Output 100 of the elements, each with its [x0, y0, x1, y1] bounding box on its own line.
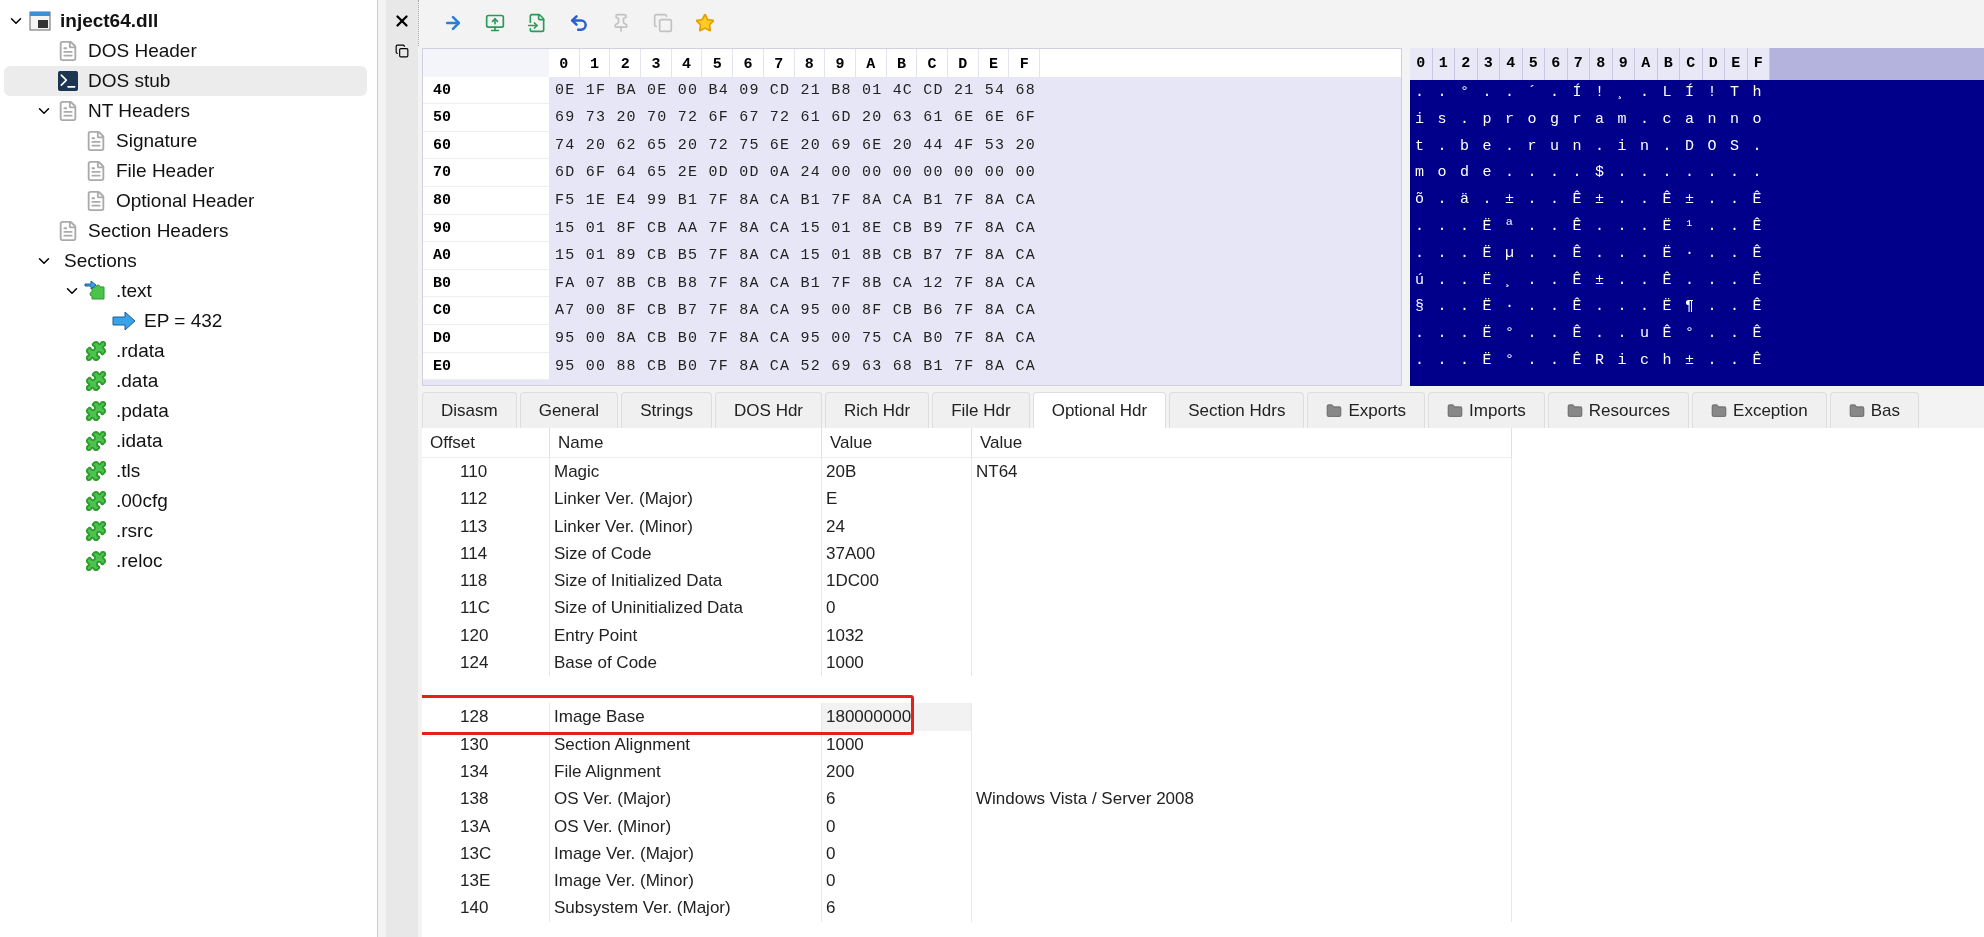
name-cell: Entry Point [550, 621, 822, 650]
file-arrow-icon [527, 13, 547, 33]
tab[interactable]: File Hdr [932, 392, 1030, 428]
column-header: B [1657, 48, 1680, 80]
tab[interactable]: Section Hdrs [1169, 392, 1305, 428]
ascii-text: ú..Ë¸..Ê±..Ê...Ê [1414, 270, 1777, 291]
column-header: Value [972, 428, 1512, 458]
value-cell: 0 [822, 594, 972, 622]
folder-icon [1566, 402, 1583, 419]
tab[interactable]: Exception [1692, 392, 1827, 428]
tree-item[interactable]: DOS stub [4, 66, 367, 96]
hex-bytes: FA 07 8B CB B8 7F 8A CA B1 7F 8B CA 12 7F 8A CA [554, 273, 1037, 294]
restore-icon[interactable] [395, 44, 409, 58]
pin-icon [611, 13, 631, 33]
offset-cell: 110 [422, 458, 550, 486]
console-icon [56, 69, 80, 93]
offset-label: 90 [423, 214, 549, 243]
tree-item[interactable]: .reloc [4, 546, 367, 576]
tree-item[interactable]: .rsrc [4, 516, 367, 546]
meaning-cell: NT64 [972, 458, 1512, 486]
tab[interactable]: Imports [1428, 392, 1545, 428]
column-header: 7 [1567, 48, 1590, 80]
offset-label: A0 [423, 242, 549, 270]
offset-label: 70 [423, 159, 549, 187]
value-cell: 1000 [822, 649, 972, 677]
tree-item[interactable]: Section Headers [4, 216, 367, 246]
hex-bytes: 74 20 62 65 20 72 75 6E 20 69 6E 20 44 4F 53 20 [554, 135, 1037, 156]
tree-item[interactable]: .data [4, 366, 367, 396]
tab[interactable]: Disasm [422, 392, 517, 428]
name-cell: Base of Code [550, 649, 822, 677]
tree-item[interactable]: Sections [4, 246, 367, 276]
offset-cell: 134 [422, 757, 550, 786]
hex-bytes: 15 01 8F CB AA 7F 8A CA 15 01 8E CB B9 7F 8A CA [554, 218, 1037, 239]
folder-icon [1447, 402, 1464, 419]
folder-icon [1711, 402, 1728, 419]
column-header: 6 [1545, 48, 1568, 80]
value-cell: 20B [822, 458, 972, 486]
tree-item[interactable]: .tls [4, 456, 367, 486]
column-header: Name [550, 428, 822, 458]
meaning-cell: Windows Vista / Server 2008 [972, 785, 1512, 813]
offset-cell: 130 [422, 730, 550, 758]
offset-label: 80 [423, 186, 549, 215]
copy-icon [653, 13, 673, 33]
ascii-text: õ.ä.±..Ê±..Ê±..Ê [1414, 189, 1777, 211]
tree-item[interactable]: .00cfg [4, 486, 367, 516]
hex-bytes: 6D 6F 64 65 2E 0D 0D 0A 24 00 00 00 00 00 00 00 [554, 163, 1037, 184]
value-cell: 0 [822, 812, 972, 840]
tree-item[interactable]: .pdata [4, 396, 367, 426]
name-cell: Linker Ver. (Major) [550, 485, 822, 513]
tree-item[interactable]: DOS Header [4, 36, 367, 66]
offset-cell: 138 [422, 785, 550, 813]
value-cell: 0 [822, 839, 972, 868]
tree-item[interactable]: Optional Header [4, 186, 367, 216]
tree-item[interactable]: .idata [4, 426, 367, 456]
column-header: 1 [1432, 48, 1455, 80]
ascii-text: ...Ë°..Ê..uÊ°..Ê [1414, 323, 1777, 345]
tab[interactable]: Exports [1307, 392, 1426, 428]
tab[interactable]: Rich Hdr [825, 392, 930, 428]
value-cell: 180000000 [822, 703, 972, 731]
name-cell: Size of Code [550, 539, 822, 568]
tree-item[interactable]: File Header [4, 156, 367, 186]
puzzle-icon [84, 489, 108, 513]
ascii-text: t.be.run.in.DOS. [1414, 136, 1777, 157]
tab[interactable]: Optional Hdr [1032, 392, 1167, 428]
ascii-text: ...Ëµ..Ê...Ë·..Ê [1414, 243, 1777, 264]
hex-bytes: A7 00 8F CB B7 7F 8A CA 95 00 8F CB B6 7F 8A CA [554, 301, 1037, 322]
column-header: E [1725, 48, 1748, 80]
tree-item[interactable]: EP = 432 [4, 306, 367, 336]
column-header: A [1635, 48, 1658, 80]
close-icon[interactable] [393, 12, 411, 30]
name-cell: Linker Ver. (Minor) [550, 512, 822, 540]
tree-item[interactable]: .rdata [4, 336, 367, 366]
hex-bytes: 15 01 89 CB B5 7F 8A CA 15 01 8B CB B7 7F 8A CA [554, 246, 1037, 267]
tab[interactable]: Resources [1547, 392, 1690, 428]
name-cell: Size of Uninitialized Data [550, 594, 822, 622]
tree-item[interactable]: inject64.dll [4, 6, 367, 36]
tab[interactable]: Bas [1829, 392, 1919, 428]
value-cell: E [822, 485, 972, 513]
column-header: 0 [1410, 48, 1433, 80]
offset-cell: 118 [422, 567, 550, 595]
name-cell: OS Ver. (Minor) [550, 812, 822, 840]
tab[interactable]: Strings [621, 392, 713, 428]
value-cell: 0 [822, 867, 972, 895]
tree-item[interactable]: .text [4, 276, 367, 306]
ascii-text: ..°..´.Í!¸.LÍ!Th [1414, 82, 1777, 103]
offset-label: D0 [423, 324, 549, 353]
offset-cell: 11C [422, 594, 550, 622]
puzzle-icon [84, 429, 108, 453]
name-cell: Image Ver. (Minor) [550, 867, 822, 895]
tab[interactable]: DOS Hdr [715, 392, 823, 428]
tree-item[interactable]: Signature [4, 126, 367, 156]
offset-cell: 13C [422, 839, 550, 868]
folder-icon [1848, 402, 1865, 419]
tab[interactable]: General [519, 392, 619, 428]
tree-item[interactable]: NT Headers [4, 96, 367, 126]
puzzle-icon [84, 399, 108, 423]
offset-label: 60 [423, 131, 549, 160]
ascii-text: ...Ëª..Ê...Ë¹..Ê [1414, 216, 1777, 237]
ascii-text: ...Ë°..ÊRich±..Ê [1414, 350, 1777, 371]
value-cell: 1DC00 [822, 567, 972, 595]
